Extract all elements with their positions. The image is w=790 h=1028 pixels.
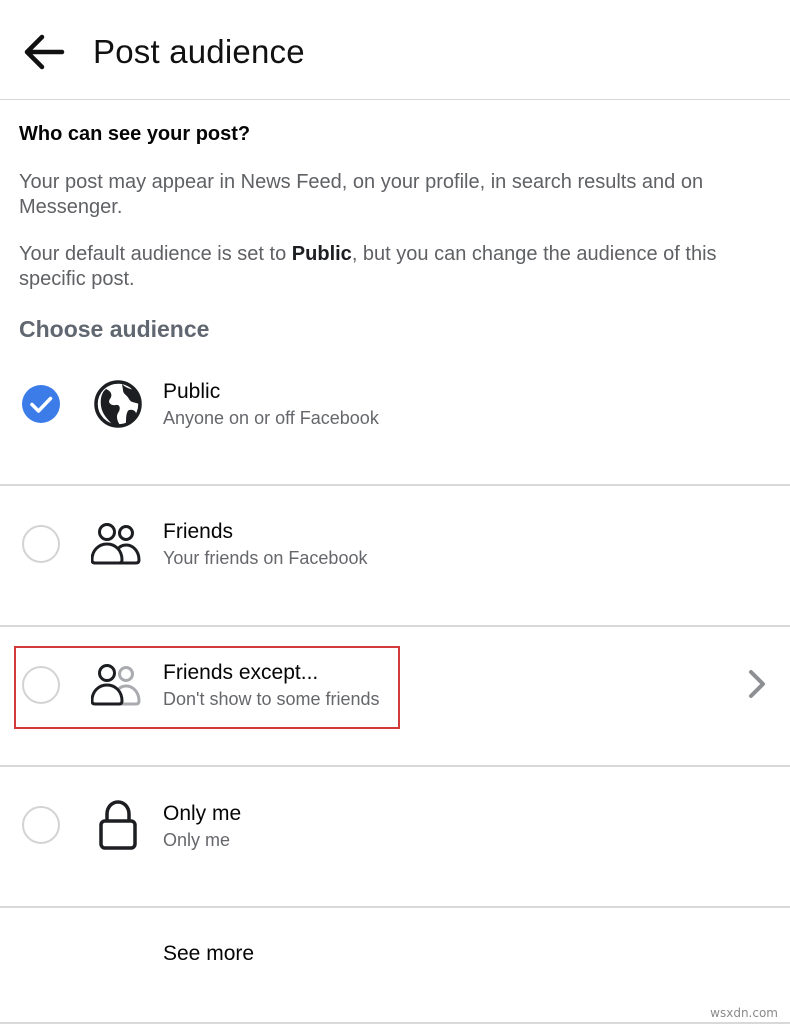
arrow-left-icon <box>24 34 65 70</box>
friends-icon <box>90 516 146 572</box>
watermark: wsxdn.com <box>710 1006 778 1020</box>
choose-audience-label: Choose audience <box>19 316 210 342</box>
radio-unchecked-icon[interactable] <box>22 525 60 563</box>
option-title: Public <box>163 380 221 403</box>
divider <box>0 906 790 908</box>
intro-section: Who can see your post? Your post may app… <box>19 120 771 290</box>
audience-option-only-me[interactable]: Only me Only me <box>0 767 790 907</box>
see-more-button[interactable]: See more <box>163 940 254 968</box>
globe-icon <box>90 376 146 432</box>
option-title: Only me <box>163 802 242 825</box>
section-heading: Who can see your post? <box>19 123 251 145</box>
audience-option-friends[interactable]: Friends Your friends on Facebook <box>0 486 790 626</box>
option-subtitle: Only me <box>163 830 231 850</box>
lock-icon <box>90 797 146 853</box>
app-header: Post audience <box>0 0 790 100</box>
chevron-right-icon[interactable] <box>742 667 772 701</box>
option-subtitle: Anyone on or off Facebook <box>163 408 379 428</box>
divider <box>0 1022 790 1024</box>
radio-unchecked-icon[interactable] <box>22 806 60 844</box>
highlight-box <box>14 646 400 729</box>
option-subtitle: Your friends on Facebook <box>163 548 368 568</box>
audience-option-public[interactable]: Public Anyone on or off Facebook <box>0 345 790 485</box>
intro-paragraph-2: Your default audience is set to Public, … <box>19 242 771 292</box>
radio-checked-icon[interactable] <box>22 385 60 423</box>
default-audience-value: Public <box>291 243 352 265</box>
intro-paragraph-1: Your post may appear in News Feed, on yo… <box>19 171 704 218</box>
page-title: Post audience <box>93 33 305 70</box>
back-button[interactable] <box>14 24 74 80</box>
option-title: Friends <box>163 520 234 543</box>
default-audience-text: Your default audience is set to <box>19 243 292 265</box>
